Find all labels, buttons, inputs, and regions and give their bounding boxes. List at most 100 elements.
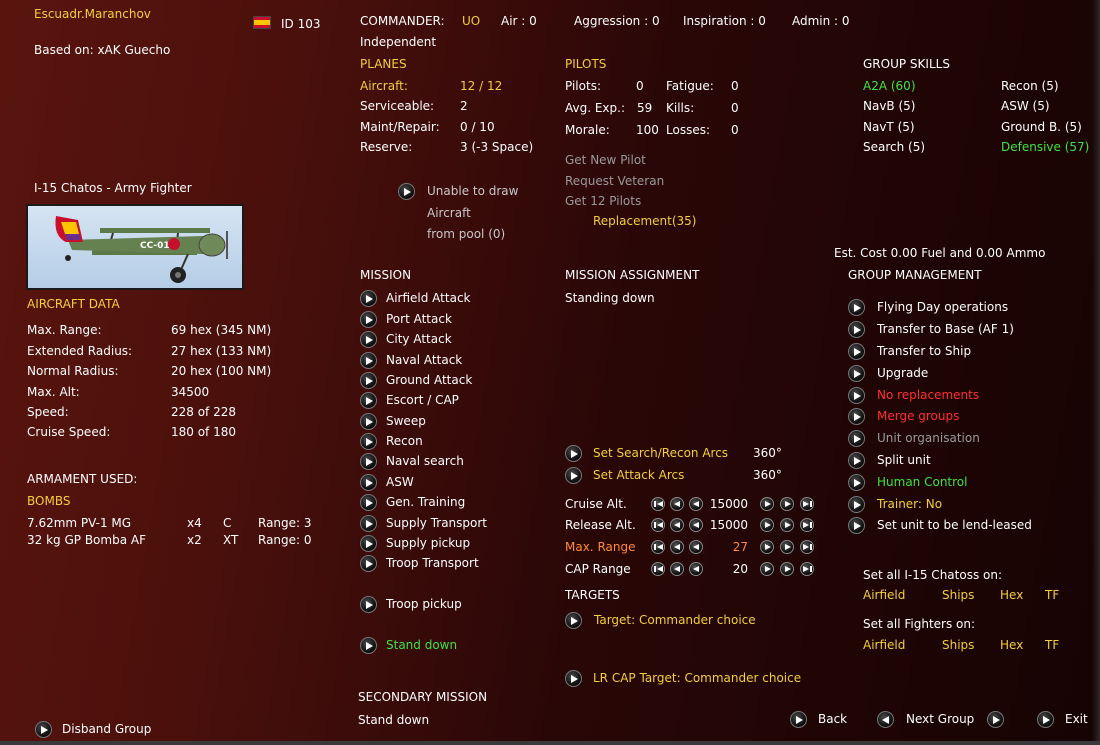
management-item[interactable]: Trainer: No [877, 497, 942, 511]
management-item[interactable]: Split unit [877, 453, 931, 467]
management-item[interactable]: Upgrade [877, 366, 928, 380]
mission-item[interactable]: Supply pickup [386, 536, 470, 550]
mission-item[interactable]: Sweep [386, 414, 426, 428]
management-arrow-icon[interactable] [848, 321, 865, 338]
target-button[interactable]: Target: Commander choice [594, 613, 756, 627]
back-button[interactable]: Back [818, 712, 847, 726]
mission-item[interactable]: Escort / CAP [386, 393, 459, 407]
management-arrow-icon[interactable] [848, 517, 865, 534]
mission-arrow-icon[interactable] [360, 555, 377, 572]
max-range-decrease-icon[interactable] [670, 540, 684, 554]
set-fighters-tf[interactable]: TF [1045, 638, 1059, 652]
mission-arrow-icon[interactable] [360, 494, 377, 511]
cap-range-increase-icon[interactable] [760, 562, 774, 576]
mission-arrow-icon[interactable] [360, 352, 377, 369]
release-alt-decrease-icon[interactable] [651, 518, 665, 532]
max-range-decrease-icon[interactable] [651, 540, 665, 554]
management-item[interactable]: Transfer to Base (AF 1) [877, 322, 1014, 336]
management-item[interactable]: Human Control [877, 475, 967, 489]
management-item[interactable]: No replacements [877, 388, 979, 402]
cruise-alt-increase-icon[interactable] [760, 497, 774, 511]
cruise-alt-decrease-icon[interactable] [670, 497, 684, 511]
lrcap-arrow-icon[interactable] [565, 670, 582, 687]
draw-pool-arrow-icon[interactable] [398, 183, 415, 200]
mission-arrow-icon[interactable] [360, 453, 377, 470]
mission-item[interactable]: Naval search [386, 454, 464, 468]
cap-range-decrease-icon[interactable] [689, 562, 703, 576]
mission-item[interactable]: Port Attack [386, 312, 452, 326]
max-range-decrease-icon[interactable] [689, 540, 703, 554]
cap-range-increase-icon[interactable] [800, 562, 814, 576]
mission-item[interactable]: Troop Transport [386, 556, 479, 570]
cruise-alt-increase-icon[interactable] [780, 497, 794, 511]
management-arrow-icon[interactable] [848, 474, 865, 491]
exit-arrow-icon[interactable] [1037, 711, 1054, 728]
management-arrow-icon[interactable] [848, 343, 865, 360]
set-type-ships[interactable]: Ships [942, 588, 974, 602]
management-item[interactable]: Set unit to be lend-leased [877, 518, 1032, 532]
mission-arrow-icon[interactable] [360, 433, 377, 450]
management-arrow-icon[interactable] [848, 430, 865, 447]
management-arrow-icon[interactable] [848, 365, 865, 382]
search-arcs-arrow-icon[interactable] [565, 445, 582, 462]
set-type-airfield[interactable]: Airfield [863, 588, 905, 602]
request-veteran-button[interactable]: Request Veteran [565, 174, 664, 188]
mission-item[interactable]: Airfield Attack [386, 291, 471, 305]
management-arrow-icon[interactable] [848, 387, 865, 404]
mission-arrow-icon[interactable] [360, 311, 377, 328]
mission-item[interactable]: Recon [386, 434, 423, 448]
management-arrow-icon[interactable] [848, 452, 865, 469]
cruise-alt-decrease-icon[interactable] [689, 497, 703, 511]
management-arrow-icon[interactable] [848, 299, 865, 316]
set-search-arcs-button[interactable]: Set Search/Recon Arcs [593, 446, 728, 460]
mission-item[interactable]: Troop pickup [386, 597, 462, 611]
next-group-arrow-icon[interactable] [987, 711, 1004, 728]
release-alt-increase-icon[interactable] [760, 518, 774, 532]
mission-item[interactable]: Gen. Training [386, 495, 465, 509]
mission-arrow-icon[interactable] [360, 392, 377, 409]
mission-arrow-icon[interactable] [360, 413, 377, 430]
mission-item[interactable]: City Attack [386, 332, 452, 346]
max-range-increase-icon[interactable] [760, 540, 774, 554]
management-item[interactable]: Unit organisation [877, 431, 980, 445]
mission-item[interactable]: Supply Transport [386, 516, 487, 530]
set-fighters-ships[interactable]: Ships [942, 638, 974, 652]
set-fighters-airfield[interactable]: Airfield [863, 638, 905, 652]
max-range-increase-icon[interactable] [780, 540, 794, 554]
cap-range-increase-icon[interactable] [780, 562, 794, 576]
attack-arcs-arrow-icon[interactable] [565, 467, 582, 484]
mission-arrow-icon[interactable] [360, 515, 377, 532]
mission-item[interactable]: Stand down [386, 638, 457, 652]
get-new-pilot-button[interactable]: Get New Pilot [565, 153, 646, 167]
exit-button[interactable]: Exit [1065, 712, 1088, 726]
cap-range-decrease-icon[interactable] [670, 562, 684, 576]
mission-item[interactable]: Ground Attack [386, 373, 472, 387]
set-type-hex[interactable]: Hex [1000, 588, 1023, 602]
release-alt-increase-icon[interactable] [800, 518, 814, 532]
target-arrow-icon[interactable] [565, 612, 582, 629]
mission-item[interactable]: Naval Attack [386, 353, 462, 367]
prev-group-arrow-icon[interactable] [877, 711, 894, 728]
mission-arrow-icon[interactable] [360, 331, 377, 348]
mission-arrow-icon[interactable] [360, 474, 377, 491]
mission-arrow-icon[interactable] [360, 535, 377, 552]
management-item[interactable]: Merge groups [877, 409, 959, 423]
management-arrow-icon[interactable] [848, 408, 865, 425]
management-item[interactable]: Transfer to Ship [877, 344, 971, 358]
lrcap-target-button[interactable]: LR CAP Target: Commander choice [593, 671, 801, 685]
get-12-pilots-button[interactable]: Get 12 Pilots [565, 194, 641, 208]
mission-arrow-icon[interactable] [360, 596, 377, 613]
management-item[interactable]: Flying Day operations [877, 300, 1008, 314]
mission-arrow-icon[interactable] [360, 372, 377, 389]
set-type-tf[interactable]: TF [1045, 588, 1059, 602]
management-arrow-icon[interactable] [848, 496, 865, 513]
replacement-button[interactable]: Replacement(35) [593, 214, 696, 228]
back-arrow-icon[interactable] [790, 711, 807, 728]
release-alt-decrease-icon[interactable] [670, 518, 684, 532]
cruise-alt-decrease-icon[interactable] [651, 497, 665, 511]
set-fighters-hex[interactable]: Hex [1000, 638, 1023, 652]
release-alt-decrease-icon[interactable] [689, 518, 703, 532]
disband-arrow-icon[interactable] [35, 721, 52, 738]
mission-arrow-icon[interactable] [360, 637, 377, 654]
next-group-button[interactable]: Next Group [906, 712, 974, 726]
